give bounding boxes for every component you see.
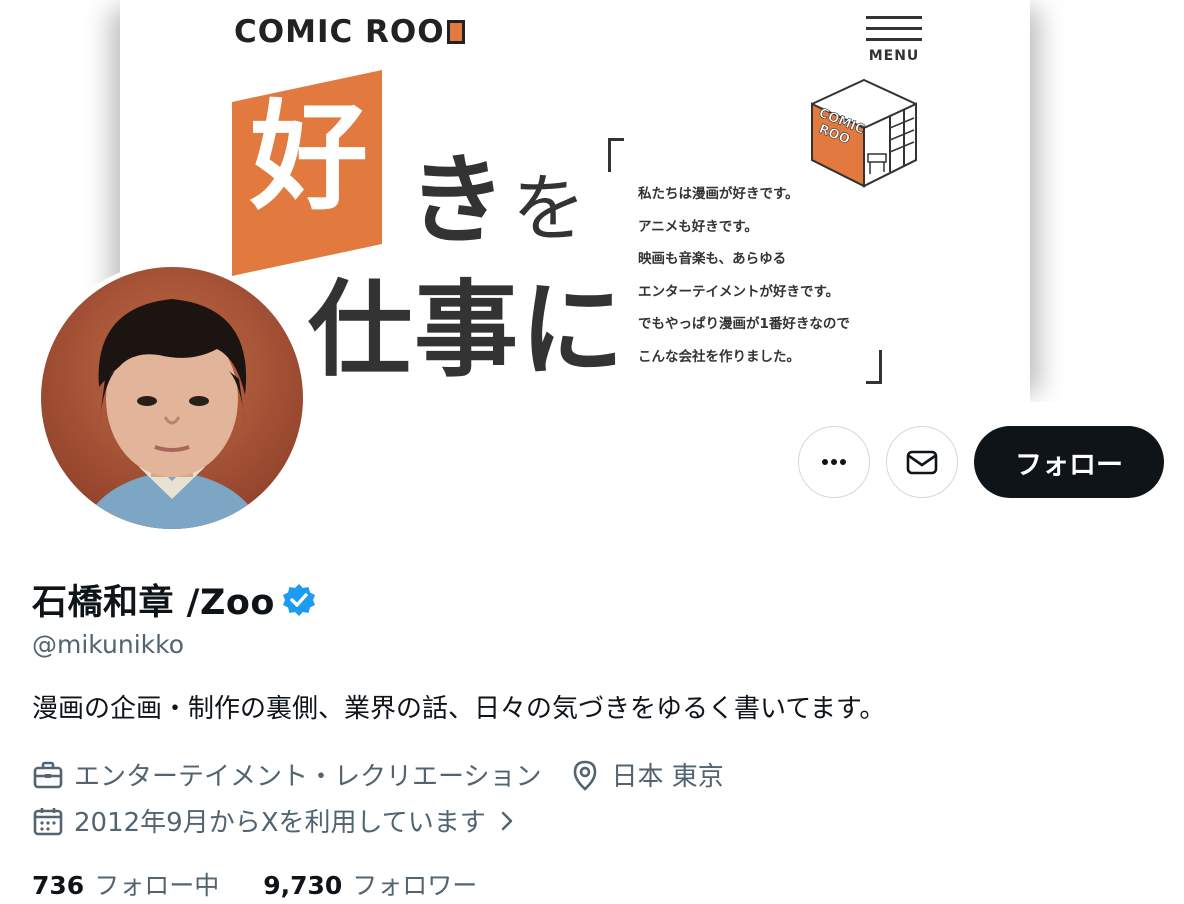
banner-menu-label: MENU xyxy=(868,48,920,64)
banner-blurb: 私たちは漫画が好きです。 アニメも好きです。 映画も音楽も、あらゆる エンターテ… xyxy=(638,186,850,365)
profile-joined-date: 2012年9月からXを利用しています xyxy=(74,808,486,838)
quote-bracket-close xyxy=(866,350,882,384)
banner-menu-icon: MENU xyxy=(866,16,922,64)
profile-stats: 736 フォロー中 9,730 フォロワー xyxy=(32,866,521,902)
display-name: 石橋和章 /Zoo xyxy=(32,583,275,623)
avatar-photo xyxy=(41,267,303,529)
profile-joined-row[interactable]: 2012年9月からXを利用しています xyxy=(32,802,518,839)
chevron-right-icon[interactable] xyxy=(496,810,518,832)
comic-room-illustration: COMIC ROO xyxy=(811,78,917,188)
headline-ki: き xyxy=(408,144,507,258)
profile-bio: 漫画の企画・制作の裏側、業界の話、日々の気づきをゆるく書いてます。 xyxy=(32,694,886,724)
followers-count: 9,730 xyxy=(263,871,343,900)
follow-button[interactable]: フォロー xyxy=(974,426,1164,498)
headline-wo: を xyxy=(512,166,586,252)
banner-brand-logo: COMIC ROO xyxy=(234,14,465,50)
profile-handle: @mikunikko xyxy=(32,630,185,659)
profile-category: エンターテイメント・レクリエーション xyxy=(74,762,542,792)
profile-location: 日本 東京 xyxy=(611,762,724,792)
message-button[interactable] xyxy=(886,426,958,498)
followers-label: フォロワー xyxy=(352,871,478,900)
following-label: フォロー中 xyxy=(94,871,220,900)
calendar-icon xyxy=(33,807,63,835)
profile-name-row: 石橋和章 /Zoo xyxy=(32,574,317,625)
door-icon xyxy=(446,20,465,44)
more-options-button[interactable] xyxy=(798,426,870,498)
following-count: 736 xyxy=(32,871,85,900)
profile-avatar[interactable] xyxy=(36,262,308,534)
quote-bracket-open xyxy=(608,138,624,172)
headline-shigoto: 仕事に xyxy=(308,269,627,391)
briefcase-icon xyxy=(33,761,63,788)
following-link[interactable]: 736 フォロー中 xyxy=(32,866,219,902)
location-pin-icon xyxy=(574,760,597,791)
headline-suki: 好 xyxy=(250,88,369,226)
profile-meta-row: エンターテイメント・レクリエーション 日本 東京 xyxy=(32,756,724,793)
more-icon xyxy=(822,459,846,465)
mail-icon xyxy=(906,450,938,475)
followers-link[interactable]: 9,730 フォロワー xyxy=(263,866,477,902)
verified-badge-icon[interactable] xyxy=(281,582,317,618)
